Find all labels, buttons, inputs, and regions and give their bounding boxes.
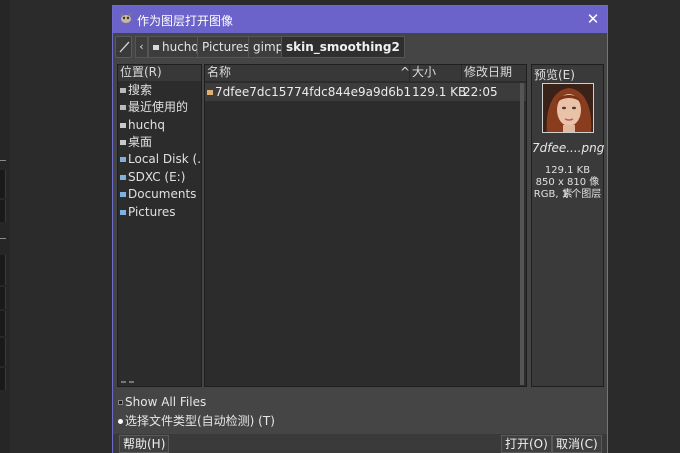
recent-icon [120, 105, 126, 110]
folder-icon [120, 210, 126, 215]
place-label: 搜索 [128, 83, 153, 97]
file-name: 7dfee7dc15774fdc844e9a9d6b1ba... [215, 85, 412, 99]
folder-icon [120, 192, 126, 197]
toolbox-tick [0, 238, 6, 239]
file-list-header: 名称 ^ 大小 修改日期 [205, 65, 526, 81]
toolbox-block [0, 170, 6, 198]
toolbox-block [0, 255, 6, 285]
add-bookmark-icon[interactable] [121, 381, 126, 383]
checkbox-box [118, 400, 123, 405]
open-as-layers-dialog: 作为图层打开图像 ✕ ‹ huchq Pictures gimp skin_sm… [112, 5, 608, 453]
place-pictures[interactable]: Pictures [118, 204, 201, 221]
place-recent[interactable]: 最近使用的 [118, 99, 201, 116]
crumb-skin-smoothing2[interactable]: skin_smoothing2 [281, 36, 405, 58]
crumb-pictures[interactable]: Pictures [197, 36, 255, 58]
toolbox-block [0, 287, 6, 309]
button-bar: 帮助(H) 打开(O) 取消(C) [113, 434, 607, 453]
preview-header: 预览(E) [534, 68, 575, 82]
column-name[interactable]: 名称 ^ [205, 65, 410, 81]
file-modified: 22:05 [463, 85, 498, 99]
preview-size: 129.1 KB [544, 165, 591, 176]
places-header: 位置(R) [118, 65, 201, 81]
expander-label: 选择文件类型(自动检测) (T) [125, 414, 275, 428]
places-panel: 位置(R) 搜索 最近使用的 huchq 桌面 Local Disk (... … [117, 64, 202, 387]
dialog-title: 作为图层打开图像 [137, 14, 234, 28]
folder-icon [120, 123, 126, 128]
column-size[interactable]: 大小 [410, 65, 462, 81]
places-add-remove [118, 378, 201, 386]
checkbox-label: Show All Files [125, 395, 207, 409]
path-bar: ‹ huchq Pictures gimp skin_smoothing2 [115, 36, 605, 58]
drive-icon [120, 157, 126, 162]
gimp-app-icon [119, 12, 133, 24]
place-search[interactable]: 搜索 [118, 82, 201, 99]
file-type-expander[interactable]: 选择文件类型(自动检测) (T) [118, 412, 275, 429]
column-label: 修改日期 [464, 65, 513, 79]
column-modified[interactable]: 修改日期 [462, 65, 526, 81]
place-huchq[interactable]: huchq [118, 117, 201, 134]
preview-panel: 预览(E) 7dfee....png 129.1 KB 850 x 810 像素… [531, 64, 604, 387]
preview-mode: RGB, 1 个图层 [533, 189, 602, 200]
show-all-files-checkbox[interactable]: Show All Files [118, 395, 206, 409]
crumb-label: gimp [253, 40, 284, 54]
place-label: Documents [128, 187, 197, 201]
remove-bookmark-icon[interactable] [129, 381, 134, 383]
pencil-icon [119, 41, 130, 53]
toolbox-tick [0, 160, 6, 161]
type-location-button[interactable] [115, 36, 132, 58]
file-list: 名称 ^ 大小 修改日期 7dfee7dc15774fdc844e9a9d6b1b… [204, 64, 527, 387]
place-label: Local Disk (... [128, 152, 201, 166]
place-label: SDXC (E:) [128, 170, 186, 184]
toolbox-block [0, 368, 6, 390]
place-local-disk[interactable]: Local Disk (... [118, 151, 201, 168]
crumb-label: Pictures [202, 40, 250, 54]
place-label: 桌面 [128, 135, 153, 149]
crumb-label: skin_smoothing2 [286, 40, 400, 54]
file-list-scrollbar[interactable] [520, 83, 524, 385]
background-canvas [610, 0, 680, 453]
path-scroll-left-button[interactable]: ‹ [135, 36, 148, 58]
dialog-titlebar[interactable]: 作为图层打开图像 ✕ [113, 6, 607, 33]
place-label: huchq [128, 118, 166, 132]
place-label: Pictures [128, 205, 176, 219]
background-toolbox-strip [0, 0, 10, 453]
place-sdxc[interactable]: SDXC (E:) [118, 169, 201, 186]
close-icon[interactable]: ✕ [584, 10, 602, 28]
image-file-icon [207, 90, 213, 95]
desktop-icon [120, 140, 126, 145]
crumb-label: huchq [162, 40, 200, 54]
place-label: 最近使用的 [128, 100, 189, 114]
search-icon [120, 88, 126, 93]
toolbox-block [0, 200, 6, 222]
open-button[interactable]: 打开(O) [501, 435, 552, 453]
toolbox-block [0, 311, 6, 336]
place-desktop[interactable]: 桌面 [118, 134, 201, 151]
help-button[interactable]: 帮助(H) [119, 435, 170, 453]
home-folder-icon [153, 45, 159, 50]
cancel-button[interactable]: 取消(C) [552, 435, 602, 453]
toolbox-block [0, 338, 6, 366]
place-documents[interactable]: Documents [118, 186, 201, 203]
drive-icon [120, 175, 126, 180]
column-label: 名称 [207, 65, 232, 79]
column-label: 大小 [412, 65, 437, 79]
file-size: 129.1 KB [412, 85, 467, 99]
file-name-cell: 7dfee7dc15774fdc844e9a9d6b1ba... [207, 83, 412, 101]
preview-thumbnail [542, 83, 594, 133]
file-row[interactable]: 7dfee7dc15774fdc844e9a9d6b1ba... 129.1 K… [205, 83, 526, 101]
expander-icon [118, 419, 123, 424]
preview-filename: 7dfee....png [532, 141, 605, 155]
crumb-huchq[interactable]: huchq [148, 36, 205, 58]
sort-ascending-icon: ^ [400, 65, 411, 79]
